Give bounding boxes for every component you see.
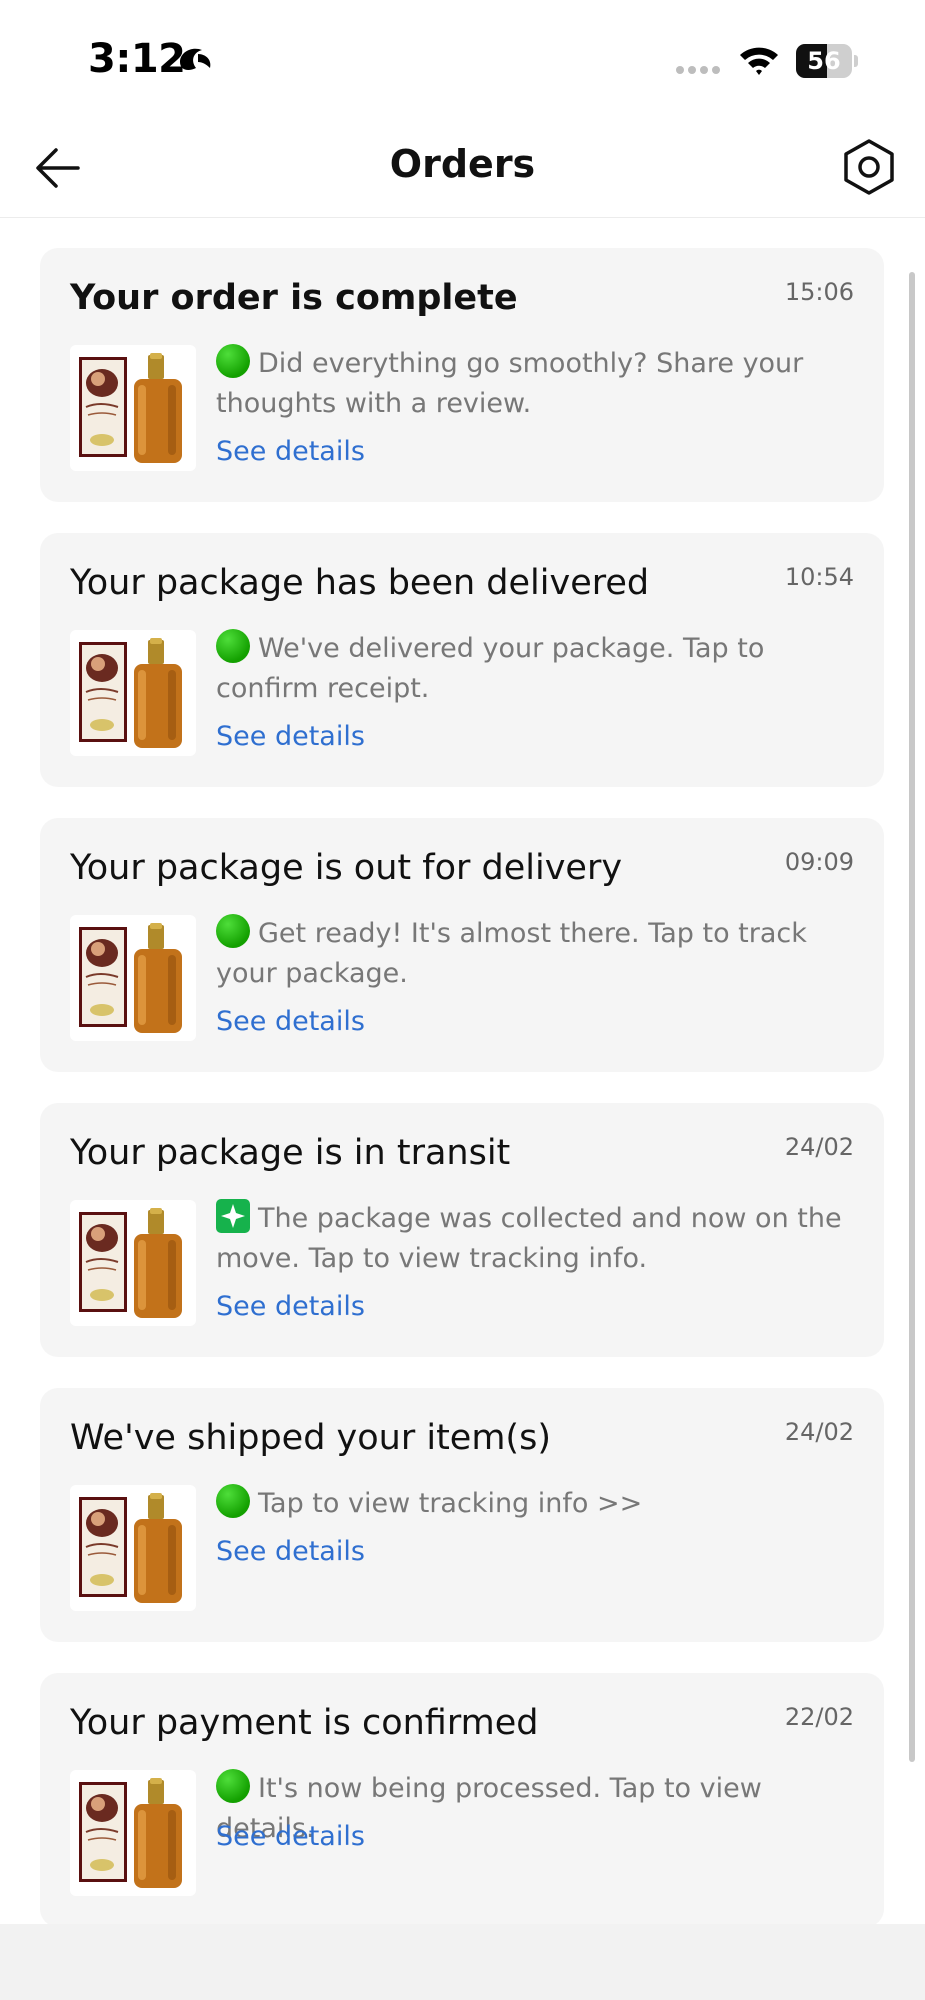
order-card-title: Your package is out for delivery [70,848,623,888]
see-details-link[interactable]: See details [216,721,365,752]
order-card[interactable]: Your package is in transit 24/02 The pack… [40,1103,884,1357]
see-details-link[interactable]: See details [216,1291,365,1322]
see-details-link[interactable]: See details [216,436,365,467]
scrollbar[interactable] [909,272,915,1762]
order-card-title: Your package has been delivered [70,563,650,603]
green-circle-emoji [216,1484,250,1518]
order-card-message: We've delivered your package. Tap to con… [216,629,856,709]
product-thumbnail[interactable] [70,1200,196,1326]
order-card-message-text: Tap to view tracking info >> [258,1488,643,1519]
focus-moon-icon [180,48,211,70]
order-card[interactable]: Your package is out for delivery 09:09 Ge… [40,818,884,1072]
order-card[interactable]: Your payment is confirmed 22/02 It's now … [40,1673,884,1927]
order-card-message: The package was collected and now on the… [216,1199,856,1279]
cellular-signal-icon [676,66,720,74]
order-card-message: Tap to view tracking info >> [216,1484,856,1524]
order-card-time: 24/02 [784,1133,854,1161]
status-time: 3:12 [88,36,186,82]
order-card-time: 22/02 [784,1703,854,1731]
green-circle-emoji [216,344,250,378]
order-card-time: 15:06 [784,278,854,306]
see-details-link[interactable]: See details [216,1006,365,1037]
see-details-link[interactable]: See details [216,1536,365,1567]
settings-hexagon-icon[interactable] [838,136,900,198]
product-thumbnail[interactable] [70,630,196,756]
order-card-title: Your order is complete [70,278,518,318]
order-card-time: 09:09 [784,848,854,876]
green-circle-emoji [216,914,250,948]
navigation-bar: Orders [0,120,925,218]
bottom-area [0,1924,925,2000]
order-card-time: 10:54 [784,563,854,591]
product-thumbnail[interactable] [70,915,196,1041]
order-card[interactable]: Your package has been delivered 10:54 We'… [40,533,884,787]
product-thumbnail[interactable] [70,1770,196,1896]
status-bar: 3:12 56 [0,0,925,120]
order-card-message: Get ready! It's almost there. Tap to tra… [216,914,856,994]
order-card-title: Your payment is confirmed [70,1703,539,1743]
green-circle-emoji [216,629,250,663]
order-card[interactable]: Your order is complete 15:06 Did everythi… [40,248,884,502]
product-thumbnail[interactable] [70,345,196,471]
sparkle-emoji [216,1199,250,1233]
wifi-icon [740,47,778,75]
order-card-message: Did everything go smoothly? Share your t… [216,344,856,424]
order-card[interactable]: We've shipped your item(s) 24/02 Tap to v… [40,1388,884,1642]
order-card-message-text: Get ready! It's almost there. Tap to tra… [216,918,807,989]
battery-percentage: 56 [807,47,841,75]
see-details-link[interactable]: See details [216,1821,365,1852]
page-title: Orders [389,142,536,186]
orders-list: Your order is complete 15:06 Did everythi… [0,218,925,1927]
order-card-title: Your package is in transit [70,1133,511,1173]
battery-indicator: 56 [796,44,858,78]
product-thumbnail[interactable] [70,1485,196,1611]
order-card-message-text: We've delivered your package. Tap to con… [216,633,765,704]
order-card-message-text: Did everything go smoothly? Share your t… [216,348,804,419]
order-card-message-text: The package was collected and now on the… [216,1203,842,1274]
order-card-title: We've shipped your item(s) [70,1418,551,1458]
order-card-time: 24/02 [784,1418,854,1446]
green-circle-emoji [216,1769,250,1803]
